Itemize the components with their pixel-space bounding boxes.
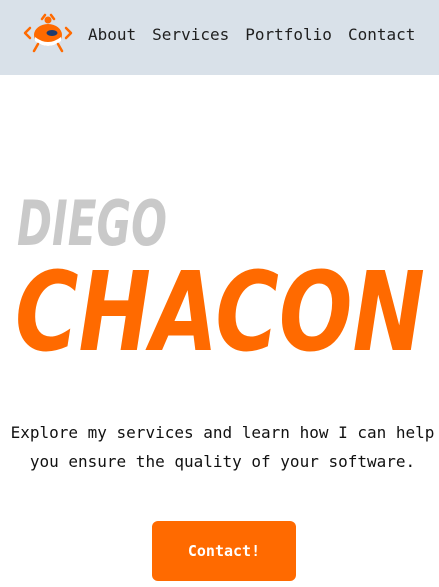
nav-link-contact[interactable]: Contact xyxy=(348,25,415,44)
bug-logo-icon[interactable] xyxy=(22,13,74,57)
hero-title: DIEGO CHACON xyxy=(15,190,425,370)
nav-links: About Services Portfolio Contact xyxy=(88,25,415,44)
nav-link-about[interactable]: About xyxy=(88,25,136,44)
nav-link-services[interactable]: Services xyxy=(152,25,229,44)
contact-button[interactable]: Contact! xyxy=(152,521,296,581)
hero-description: Explore my services and learn how I can … xyxy=(10,423,435,471)
nav-link-portfolio[interactable]: Portfolio xyxy=(245,25,332,44)
hero-last-name: CHACON xyxy=(15,248,425,370)
top-navbar: About Services Portfolio Contact xyxy=(0,0,439,75)
